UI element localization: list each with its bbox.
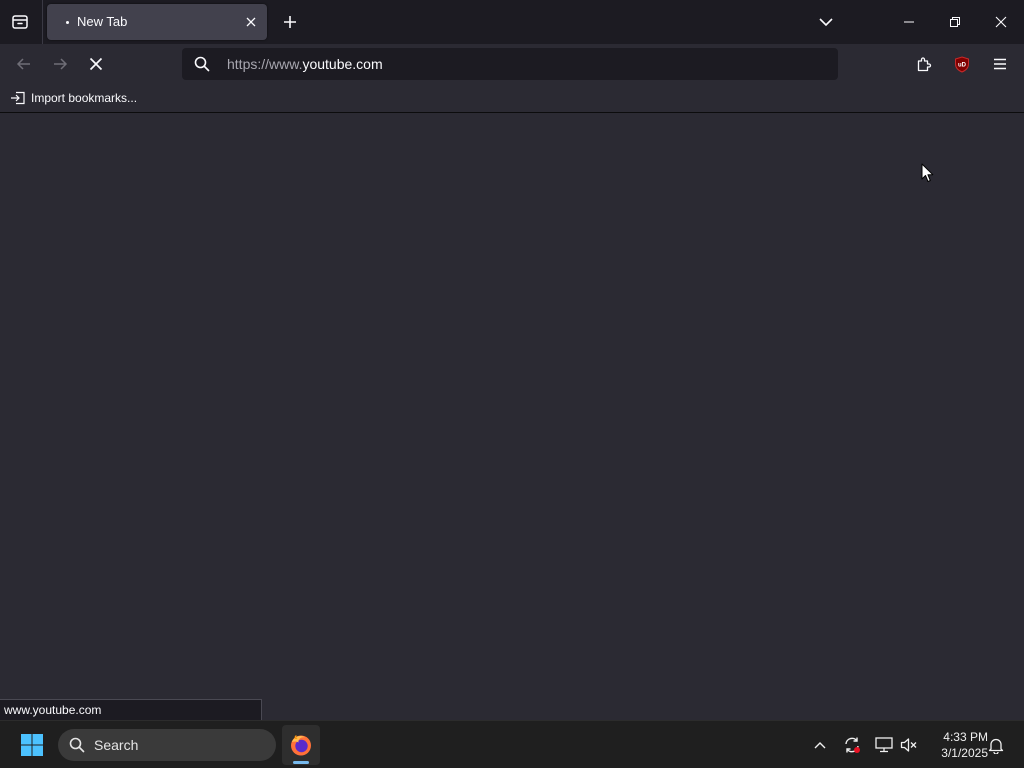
ublock-origin-icon: uD (955, 55, 969, 73)
restore-icon (950, 17, 960, 27)
url-prefix: https://www. (227, 56, 303, 72)
url-domain: youtube.com (302, 56, 383, 72)
windows-logo-icon (21, 734, 43, 756)
back-button[interactable] (10, 50, 38, 78)
display-tray-button[interactable] (874, 735, 894, 755)
clock-date: 3/1/2025 (941, 746, 988, 760)
show-hidden-icons-button[interactable] (810, 735, 830, 755)
stop-x-icon (89, 57, 103, 71)
clock-time: 4:33 PM (943, 730, 988, 744)
firefox-view-icon (11, 13, 29, 31)
import-bookmarks-label: Import bookmarks... (31, 91, 138, 105)
display-icon (875, 737, 893, 753)
chevron-down-icon (819, 18, 833, 27)
close-icon (995, 16, 1007, 28)
mute-icon (900, 738, 917, 752)
chevron-up-icon (814, 742, 826, 749)
page-content[interactable] (0, 113, 1024, 720)
loading-dot-icon (66, 21, 69, 24)
minimize-icon (904, 21, 914, 23)
volume-tray-button[interactable] (899, 735, 919, 755)
bell-icon (988, 738, 1004, 754)
tab-separator (42, 0, 43, 44)
arrow-right-icon (54, 58, 68, 70)
list-all-tabs-button[interactable] (814, 10, 838, 34)
arrow-left-icon (16, 58, 30, 70)
restore-button[interactable] (932, 0, 978, 44)
stop-loading-button[interactable] (82, 50, 110, 78)
tab-title: New Tab (77, 14, 128, 29)
firefox-view-button[interactable] (6, 8, 34, 36)
close-window-button[interactable] (978, 0, 1024, 44)
navigation-toolbar: https://www.youtube.com uD (0, 44, 1024, 84)
tab-strip: New Tab (0, 0, 1024, 44)
forward-button[interactable] (46, 50, 74, 78)
start-button[interactable] (16, 731, 48, 759)
tab-close-button[interactable] (243, 14, 259, 30)
search-icon (69, 737, 85, 753)
bookmarks-toolbar: Import bookmarks... (0, 84, 1024, 113)
url-text[interactable]: https://www.youtube.com (227, 56, 383, 72)
extensions-button[interactable] (910, 50, 938, 78)
sync-icon (845, 737, 860, 753)
taskbar-search-placeholder: Search (94, 737, 139, 753)
firefox-icon (291, 735, 311, 756)
hamburger-icon (994, 58, 1006, 70)
app-menu-button[interactable] (986, 50, 1014, 78)
minimize-button[interactable] (886, 0, 932, 44)
new-tab-button[interactable] (278, 10, 302, 34)
import-bookmarks-button[interactable]: Import bookmarks... (10, 89, 137, 107)
status-panel: www.youtube.com (0, 699, 262, 720)
close-icon (246, 17, 256, 27)
url-bar[interactable]: https://www.youtube.com (182, 48, 838, 80)
notifications-button[interactable] (986, 735, 1006, 755)
plus-icon (284, 16, 296, 28)
mouse-cursor-icon (921, 163, 934, 183)
taskbar-app-firefox[interactable] (282, 725, 320, 765)
sync-tray-button[interactable] (842, 735, 862, 755)
puzzle-icon (917, 57, 932, 72)
search-icon (194, 56, 210, 72)
taskbar: Search 4:33 PM 3/1/2025 (0, 720, 1024, 768)
running-app-indicator (293, 761, 309, 764)
import-icon (11, 91, 25, 105)
ublock-origin-button[interactable]: uD (948, 50, 976, 78)
taskbar-clock[interactable]: 4:33 PM 3/1/2025 (926, 729, 988, 761)
ublock-label: uD (958, 62, 967, 68)
tab-new-tab[interactable]: New Tab (47, 4, 267, 40)
taskbar-search-box[interactable]: Search (58, 729, 276, 761)
